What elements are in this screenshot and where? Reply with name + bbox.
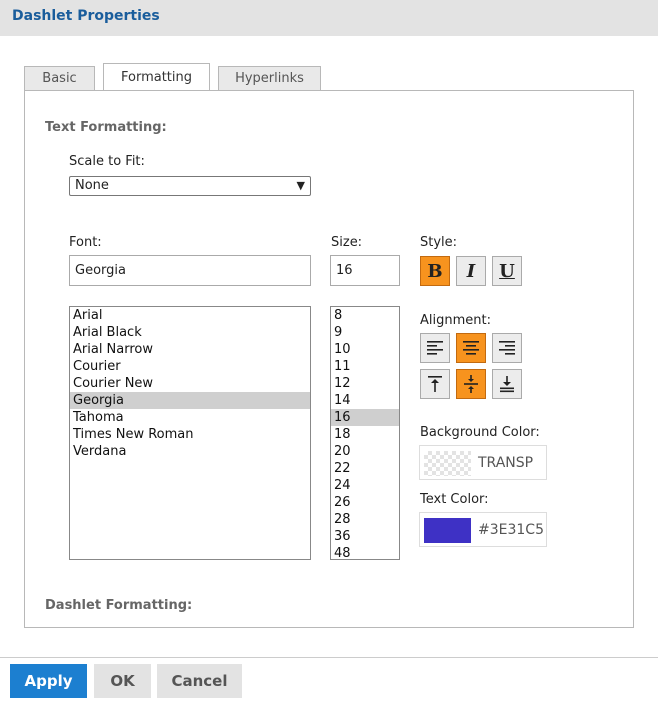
size-list[interactable]: 8 9 10 11 12 14 16 18 20 22 24 26 28 36 …	[330, 306, 400, 560]
align-bottom-button[interactable]	[492, 369, 522, 399]
size-option-selected[interactable]: 16	[331, 409, 399, 426]
size-option[interactable]: 8	[331, 307, 399, 324]
font-input[interactable]: Georgia	[69, 255, 311, 286]
font-option[interactable]: Arial Black	[70, 324, 310, 341]
text-color-value: #3E31C5	[478, 522, 544, 538]
footer-divider	[0, 657, 658, 658]
align-center-button[interactable]	[456, 333, 486, 363]
align-top-icon	[428, 376, 442, 392]
scale-to-fit-label: Scale to Fit:	[69, 154, 145, 169]
text-color-picker[interactable]: #3E31C5	[419, 512, 547, 547]
bold-button[interactable]: B	[420, 256, 450, 286]
size-option[interactable]: 36	[331, 528, 399, 545]
font-option[interactable]: Arial	[70, 307, 310, 324]
align-left-icon	[427, 341, 443, 355]
font-option[interactable]: Times New Roman	[70, 426, 310, 443]
align-right-icon	[499, 341, 515, 355]
align-right-button[interactable]	[492, 333, 522, 363]
size-option[interactable]: 48	[331, 545, 399, 559]
alignment-label: Alignment:	[420, 313, 491, 328]
bold-icon: B	[427, 260, 443, 282]
align-middle-button[interactable]	[456, 369, 486, 399]
text-color-label: Text Color:	[420, 492, 489, 507]
tab-basic[interactable]: Basic	[24, 66, 95, 91]
font-option[interactable]: Verdana	[70, 443, 310, 460]
tab-formatting[interactable]: Formatting	[103, 63, 210, 90]
align-left-button[interactable]	[420, 333, 450, 363]
chevron-down-icon: ▼	[296, 179, 305, 192]
font-list[interactable]: Arial Arial Black Arial Narrow Courier C…	[69, 306, 311, 560]
underline-button[interactable]: U	[492, 256, 522, 286]
style-label: Style:	[420, 235, 458, 250]
font-option[interactable]: Arial Narrow	[70, 341, 310, 358]
background-color-value: TRANSP	[478, 455, 534, 471]
font-option-selected[interactable]: Georgia	[70, 392, 310, 409]
size-option[interactable]: 18	[331, 426, 399, 443]
size-option[interactable]: 14	[331, 392, 399, 409]
tab-hyperlinks[interactable]: Hyperlinks	[218, 66, 321, 91]
size-option[interactable]: 11	[331, 358, 399, 375]
size-option[interactable]: 28	[331, 511, 399, 528]
size-option[interactable]: 9	[331, 324, 399, 341]
scale-to-fit-value: None	[75, 178, 109, 193]
apply-button[interactable]: Apply	[10, 664, 87, 698]
italic-icon: I	[466, 260, 476, 282]
scale-to-fit-select[interactable]: None ▼	[69, 176, 311, 196]
align-top-button[interactable]	[420, 369, 450, 399]
font-option[interactable]: Courier New	[70, 375, 310, 392]
dialog-title: Dashlet Properties	[12, 8, 160, 24]
font-label: Font:	[69, 235, 102, 250]
align-middle-icon	[464, 375, 478, 393]
cancel-button[interactable]: Cancel	[157, 664, 242, 698]
underline-icon: U	[499, 260, 515, 282]
ok-button[interactable]: OK	[94, 664, 151, 698]
dashlet-formatting-heading: Dashlet Formatting:	[45, 598, 193, 613]
font-option[interactable]: Tahoma	[70, 409, 310, 426]
size-option[interactable]: 24	[331, 477, 399, 494]
italic-button[interactable]: I	[456, 256, 486, 286]
dialog-header: Dashlet Properties	[0, 0, 658, 36]
size-option[interactable]: 10	[331, 341, 399, 358]
size-option[interactable]: 12	[331, 375, 399, 392]
background-color-label: Background Color:	[420, 425, 540, 440]
size-option[interactable]: 26	[331, 494, 399, 511]
align-center-icon	[463, 341, 479, 355]
size-input[interactable]: 16	[330, 255, 400, 286]
background-color-swatch	[424, 451, 471, 476]
size-option[interactable]: 20	[331, 443, 399, 460]
background-color-picker[interactable]: TRANSP	[419, 445, 547, 480]
align-bottom-icon	[500, 376, 514, 393]
font-option[interactable]: Courier	[70, 358, 310, 375]
size-option[interactable]: 22	[331, 460, 399, 477]
text-formatting-heading: Text Formatting:	[45, 120, 167, 135]
text-color-swatch	[424, 518, 471, 543]
size-label: Size:	[331, 235, 363, 250]
